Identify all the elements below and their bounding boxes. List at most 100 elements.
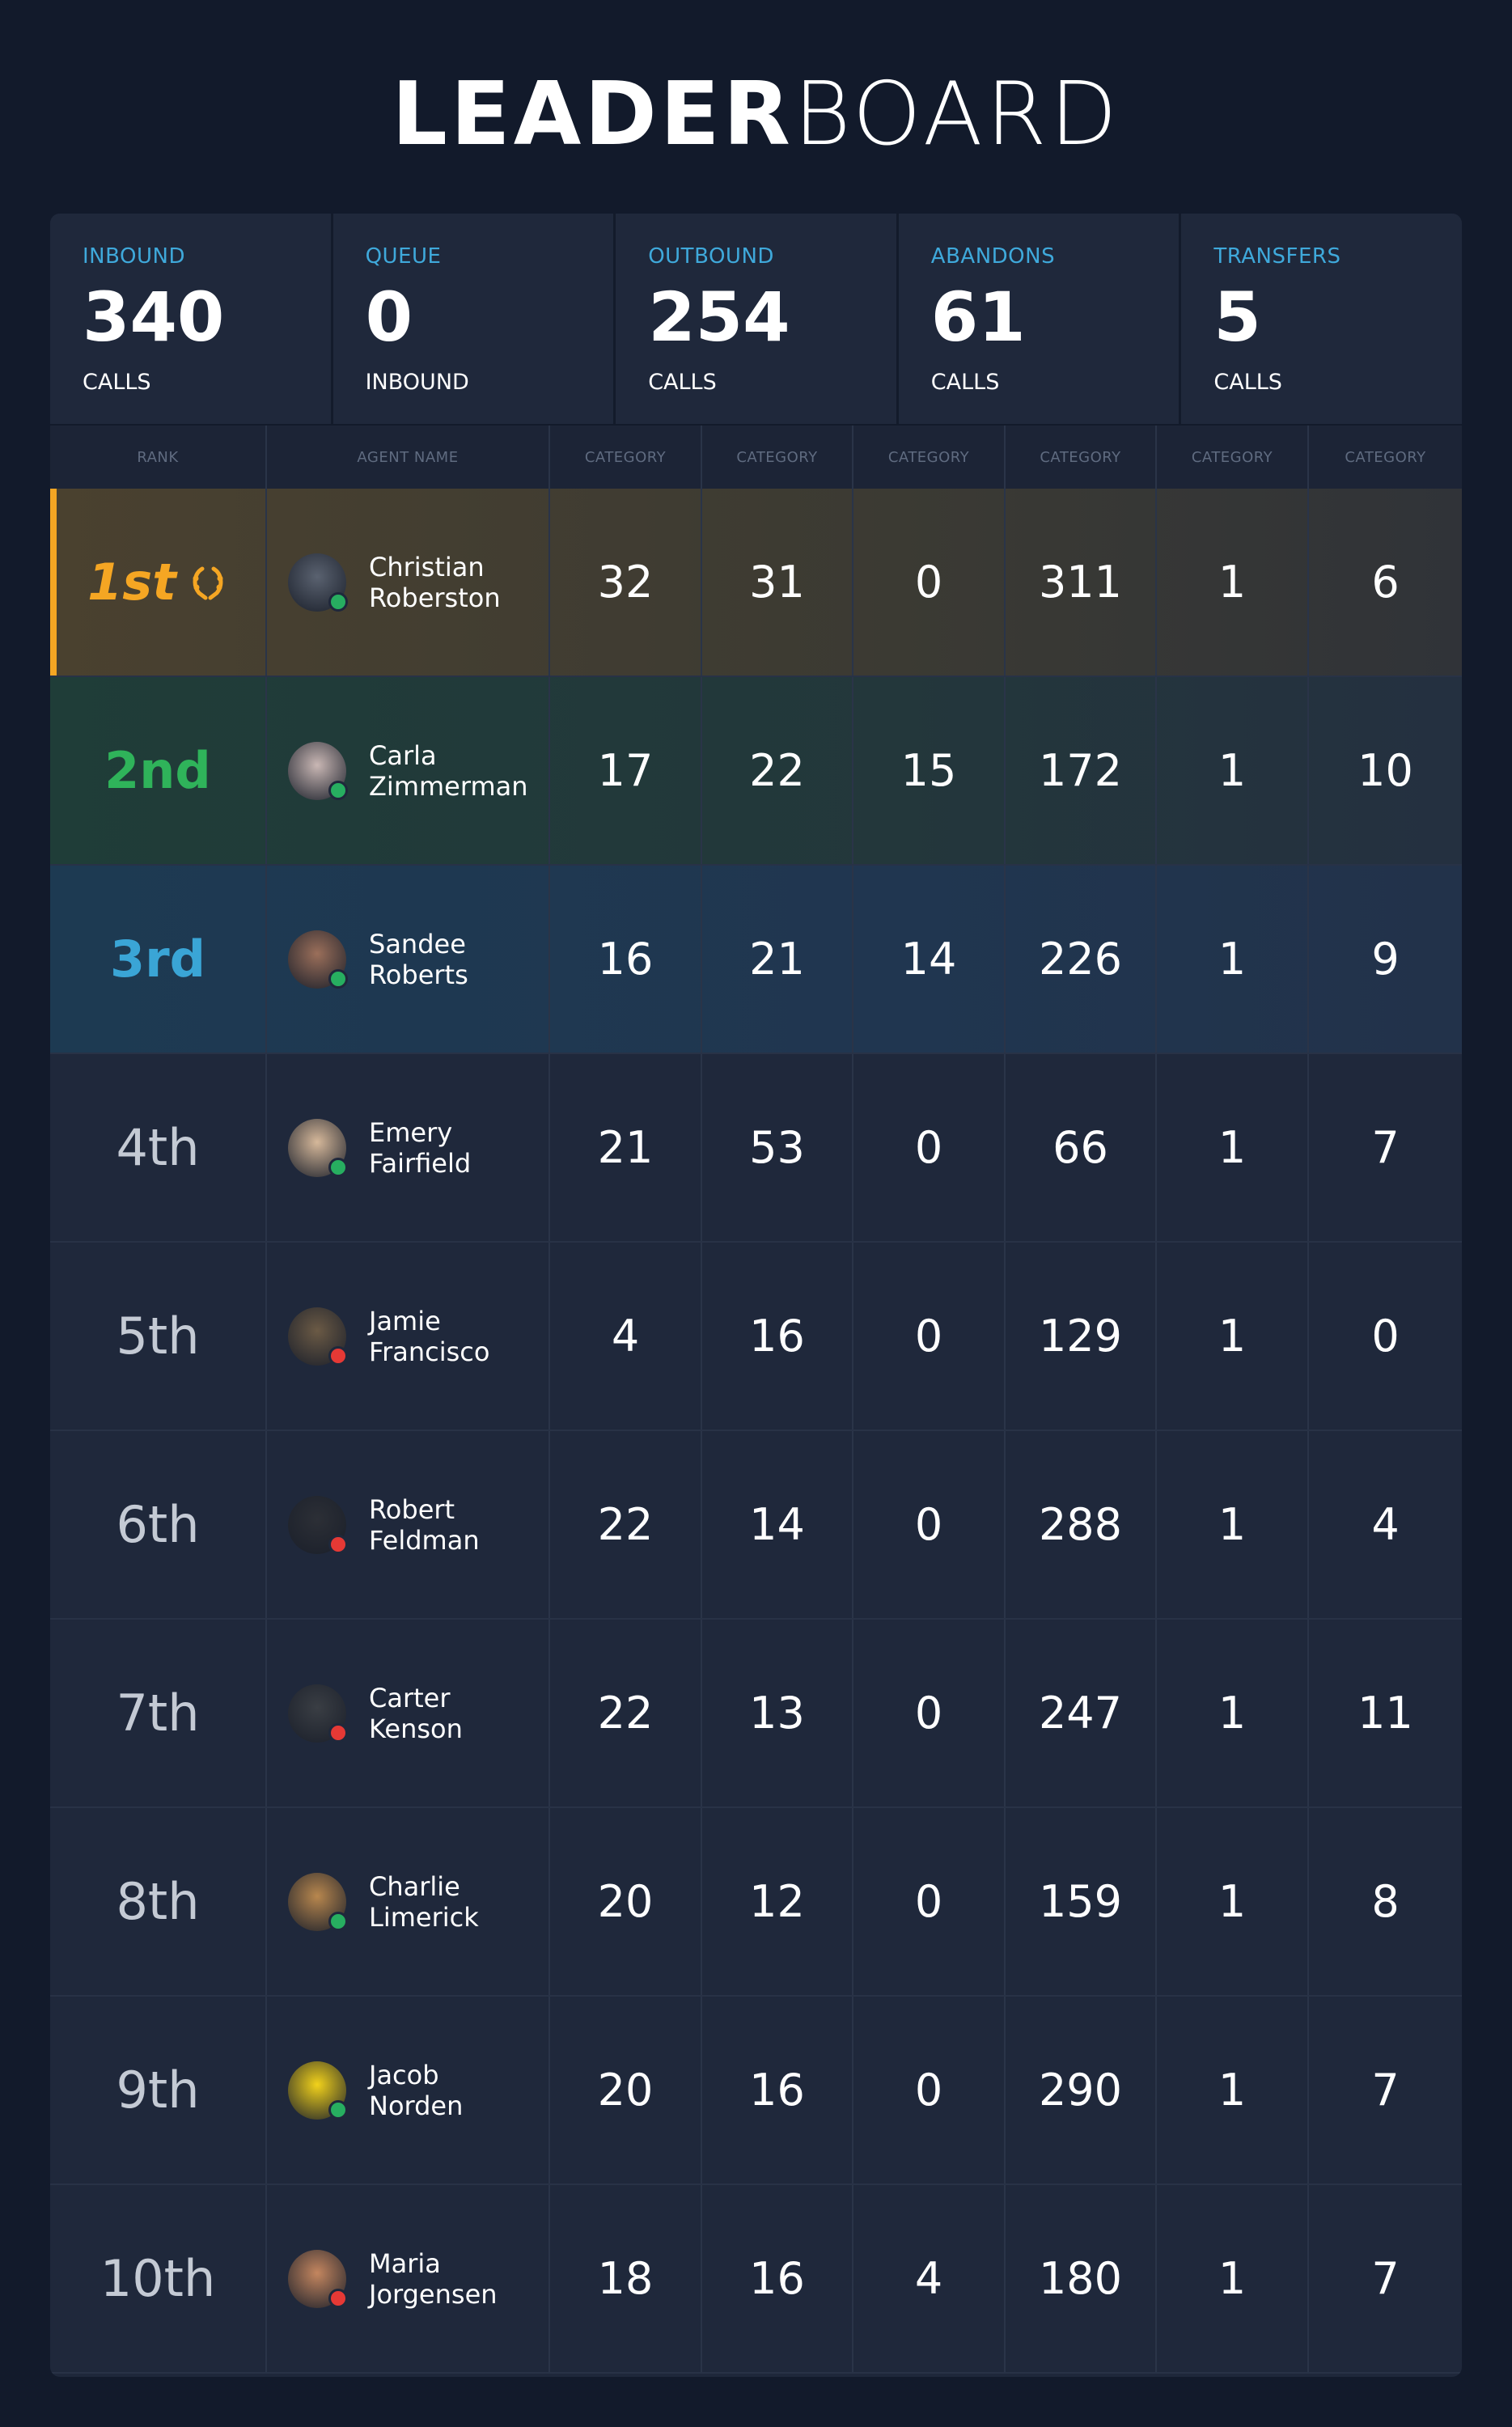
agent-cell[interactable]: Sandee Roberts: [267, 866, 550, 1053]
agent-cell[interactable]: Jacob Norden: [267, 1997, 550, 2183]
agent-first-name: Christian: [369, 551, 485, 582]
rank-cell: 5th: [50, 1243, 267, 1430]
stat-value: 0: [365, 277, 413, 357]
category-value-4: 159: [1006, 1808, 1157, 1995]
stat-unit: CALLS: [648, 370, 717, 395]
category-value-1: 32: [550, 489, 702, 676]
category-value-2: 21: [702, 866, 853, 1053]
stat-transfers: TRANSFERS 5 CALLS: [1181, 214, 1462, 424]
column-header-category[interactable]: CATEGORY: [1309, 426, 1462, 489]
agent-last-name: Feldman: [369, 1524, 480, 1556]
category-value-2: 14: [702, 1431, 853, 1618]
category-value-1: 17: [550, 677, 702, 864]
avatar: [288, 930, 348, 989]
column-header-category[interactable]: CATEGORY: [1157, 426, 1309, 489]
agent-cell[interactable]: Emery Fairfield: [267, 1054, 550, 1241]
category-value-6: 10: [1357, 745, 1413, 796]
category-value-2: 16: [702, 1243, 853, 1430]
agent-cell[interactable]: Carter Kenson: [267, 1620, 550, 1806]
agent-last-name: Zimmerman: [369, 770, 528, 802]
stat-label: QUEUE: [365, 244, 442, 269]
category-value-5: 1: [1157, 866, 1309, 1053]
status-offline-indicator: [328, 1722, 348, 1743]
category-value-5: 1: [1157, 1997, 1309, 2183]
table-row[interactable]: 2nd Carla Zimmerman 17 22 15 172 1 10: [50, 677, 1462, 866]
category-value-2: 16: [702, 1997, 853, 2183]
agent-cell[interactable]: Maria Jorgensen: [267, 2185, 550, 2372]
category-value-2: 12: [702, 1808, 853, 1995]
agent-cell[interactable]: Charlie Limerick: [267, 1808, 550, 1995]
category-value-4: 226: [1006, 866, 1157, 1053]
agent-last-name: Jorgensen: [369, 2278, 498, 2310]
rank-cell: 6th: [50, 1431, 267, 1618]
status-offline-indicator: [328, 1345, 348, 1366]
category-value-4: 247: [1006, 1620, 1157, 1806]
table-row[interactable]: 9th Jacob Norden 20 16 0 290 1 7: [50, 1997, 1462, 2185]
laurel-icon: [193, 566, 223, 599]
table-row[interactable]: 1st Christian Roberston 32 31 0 311 1 6: [50, 489, 1462, 677]
stat-label: INBOUND: [83, 244, 185, 269]
category-value-2: 13: [702, 1620, 853, 1806]
stat-unit: CALLS: [930, 370, 1000, 395]
rank-label: 3rd: [109, 930, 206, 989]
column-header-agent[interactable]: AGENT NAME: [267, 426, 550, 489]
rank-cell: 2nd: [50, 677, 267, 864]
category-value-3: 0: [853, 489, 1006, 676]
agent-name: Jamie Francisco: [369, 1306, 489, 1367]
category-value-6: 9: [1371, 934, 1400, 985]
column-header-category[interactable]: CATEGORY: [1006, 426, 1157, 489]
category-value-3: 0: [853, 1620, 1006, 1806]
agent-name: Carla Zimmerman: [369, 740, 528, 802]
category-value-5: 1: [1157, 1243, 1309, 1430]
category-value-1: 21: [550, 1054, 702, 1241]
column-header-category[interactable]: CATEGORY: [853, 426, 1006, 489]
category-value-1: 16: [550, 866, 702, 1053]
category-value-4: 288: [1006, 1431, 1157, 1618]
agent-cell[interactable]: Carla Zimmerman: [267, 677, 550, 864]
category-value-6: 4: [1371, 1499, 1400, 1550]
column-header-category[interactable]: CATEGORY: [702, 426, 853, 489]
leaderboard-panel: INBOUND 340 CALLS QUEUE 0 INBOUND OUTBOU…: [50, 214, 1462, 2377]
agent-first-name: Carla: [369, 739, 437, 771]
stat-value: 254: [648, 277, 790, 357]
status-online-indicator: [328, 2099, 348, 2120]
table-row[interactable]: 10th Maria Jorgensen 18 16 4 180 1 7: [50, 2185, 1462, 2374]
category-value-3: 15: [853, 677, 1006, 864]
rank-label: 2nd: [104, 741, 211, 800]
agent-name: Robert Feldman: [369, 1494, 480, 1556]
agent-cell[interactable]: Jamie Francisco: [267, 1243, 550, 1430]
table-row[interactable]: 6th Robert Feldman 22 14 0 288 1 4: [50, 1431, 1462, 1620]
category-value-1: 4: [550, 1243, 702, 1430]
table-row[interactable]: 8th Charlie Limerick 20 12 0 159 1 8: [50, 1808, 1462, 1997]
table-row[interactable]: 7th Carter Kenson 22 13 0 247 1 11: [50, 1620, 1462, 1808]
rank-label: 9th: [116, 2061, 200, 2120]
agent-cell[interactable]: Christian Roberston: [267, 489, 550, 676]
category-value-5: 1: [1157, 1808, 1309, 1995]
stats-bar: INBOUND 340 CALLS QUEUE 0 INBOUND OUTBOU…: [50, 214, 1462, 426]
category-value-6: 7: [1371, 1122, 1400, 1173]
table-row[interactable]: 3rd Sandee Roberts 16 21 14 226 1 9: [50, 866, 1462, 1054]
stat-unit: CALLS: [1213, 370, 1282, 395]
column-header-rank[interactable]: RANK: [50, 426, 267, 489]
agent-name: Emery Fairfield: [369, 1117, 471, 1179]
stat-abandons: ABANDONS 61 CALLS: [899, 214, 1182, 424]
rank-label: 6th: [116, 1495, 200, 1554]
category-value-2: 31: [702, 489, 853, 676]
agent-first-name: Jamie: [369, 1305, 441, 1336]
table-row[interactable]: 5th Jamie Francisco 4 16 0 129 1 0: [50, 1243, 1462, 1431]
agent-first-name: Carter: [369, 1682, 451, 1713]
table-row[interactable]: 4th Emery Fairfield 21 53 0 66 1 7: [50, 1054, 1462, 1243]
rank-cell: 7th: [50, 1620, 267, 1806]
stat-value: 61: [930, 277, 1026, 357]
avatar: [288, 2249, 348, 2308]
avatar: [288, 1307, 348, 1366]
table-header: RANK AGENT NAME CATEGORY CATEGORY CATEGO…: [50, 426, 1462, 489]
category-value-3: 0: [853, 1808, 1006, 1995]
category-value-1: 22: [550, 1431, 702, 1618]
agent-last-name: Kenson: [369, 1713, 463, 1744]
agent-cell[interactable]: Robert Feldman: [267, 1431, 550, 1618]
agent-name: Carter Kenson: [369, 1683, 463, 1744]
category-value-3: 0: [853, 1054, 1006, 1241]
column-header-category[interactable]: CATEGORY: [550, 426, 702, 489]
agent-last-name: Norden: [369, 2090, 464, 2121]
